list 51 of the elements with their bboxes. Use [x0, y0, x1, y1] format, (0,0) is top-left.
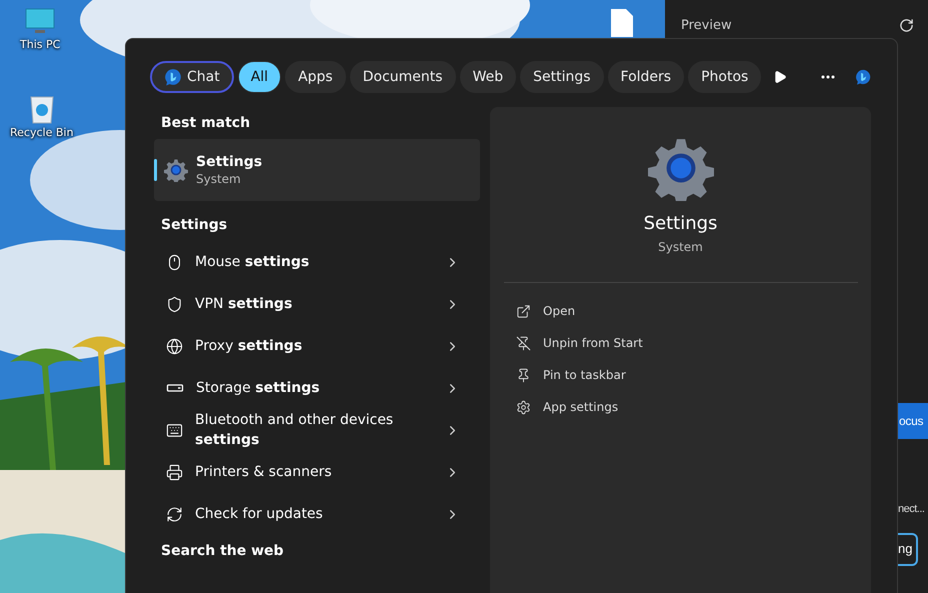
filter-tab[interactable]: Photos — [688, 61, 762, 93]
action-item[interactable]: Open — [516, 295, 576, 327]
section-heading: Settings — [160, 216, 228, 235]
chat-button[interactable]: Chat — [150, 61, 234, 93]
action-item[interactable]: App settings — [516, 391, 618, 423]
shield-icon — [166, 296, 183, 312]
pane-title: Preview — [681, 18, 732, 33]
filter-tab[interactable]: Documents — [350, 61, 456, 93]
refresh-icon[interactable] — [899, 18, 914, 33]
external-link-icon — [516, 304, 531, 318]
section-heading: Best match — [160, 114, 252, 133]
primary-button[interactable]: ocus — [898, 403, 928, 439]
filter-tab[interactable]: Settings — [520, 61, 604, 93]
play-icon — [773, 70, 788, 84]
settings-result[interactable]: Bluetooth and other devices settings — [154, 409, 480, 451]
more-icon — [820, 75, 835, 79]
result-subtitle: System — [196, 172, 242, 186]
settings-result[interactable]: Mouse settings — [154, 241, 480, 283]
desktop-icon-label: This PC — [20, 38, 60, 51]
filter-tab[interactable]: Folders — [608, 61, 684, 93]
monitor-icon[interactable] — [25, 8, 56, 36]
sync-icon — [166, 506, 183, 522]
filter-tab[interactable]: All — [238, 61, 282, 93]
settings-result[interactable]: Check for updates — [154, 493, 480, 535]
status-text: nect... — [898, 503, 924, 515]
action-item[interactable]: Unpin from Start — [516, 327, 643, 359]
document-icon[interactable] — [610, 8, 634, 38]
gear-icon — [164, 158, 188, 182]
preview-subtitle: System — [658, 240, 703, 254]
keyboard-icon — [166, 422, 183, 438]
section-heading: Search the web — [160, 542, 285, 561]
preview-title: Settings — [644, 213, 718, 234]
settings-result[interactable]: Storage settings — [154, 367, 480, 409]
settings-result[interactable]: Proxy settings — [154, 325, 480, 367]
best-match-item[interactable]: Settings System — [154, 139, 480, 201]
settings-result[interactable]: Printers & scanners — [154, 451, 480, 493]
unpin-icon — [516, 336, 531, 350]
globe-icon — [166, 338, 183, 354]
result-title: Settings — [196, 154, 262, 170]
filter-tab[interactable]: Apps — [285, 61, 346, 93]
settings-result[interactable]: VPN settings — [154, 283, 480, 325]
selection-indicator — [154, 159, 157, 181]
settings-icon — [516, 400, 531, 414]
copilot-logo-icon — [164, 68, 182, 86]
pin-icon — [516, 368, 531, 382]
mouse-icon — [166, 254, 183, 270]
printer-icon — [166, 464, 183, 480]
recycle-bin-icon[interactable] — [28, 94, 55, 124]
desktop-icon-label: Recycle Bin — [10, 126, 74, 139]
filter-tab[interactable]: Web — [460, 61, 516, 93]
action-item[interactable]: Pin to taskbar — [516, 359, 626, 391]
